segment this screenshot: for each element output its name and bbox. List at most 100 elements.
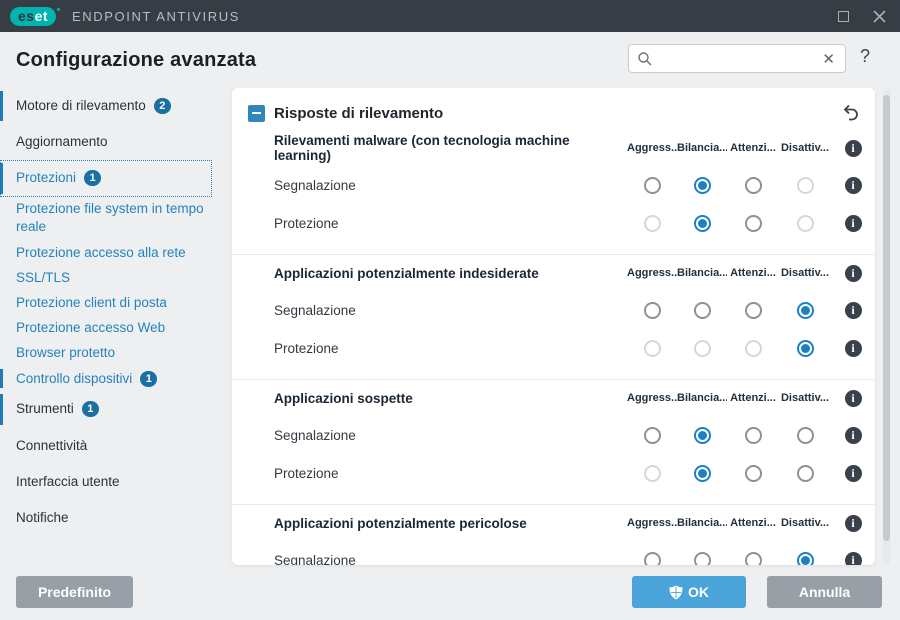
search-clear-icon[interactable]: ✕ — [820, 50, 837, 68]
radio-segnalazione-col1-normal[interactable] — [643, 426, 661, 444]
row-label: Segnalazione — [274, 427, 356, 443]
radio-segnalazione-col3-normal[interactable] — [744, 176, 762, 194]
sidebar-item-label: SSL/TLS — [16, 269, 71, 285]
sidebar-item-aggiornamento[interactable]: Aggiornamento — [0, 124, 212, 160]
sidebar-item-label: Aggiornamento — [16, 134, 108, 150]
radio-segnalazione-col2-selected[interactable] — [693, 426, 711, 444]
section-title: Applicazioni sospette — [274, 390, 413, 406]
help-button[interactable]: ? — [860, 46, 870, 67]
section-title: Applicazioni potenzialmente pericolose — [274, 515, 527, 531]
radio-dot — [697, 430, 707, 440]
radio-protezione-col1-disabled — [643, 214, 661, 232]
column-header-3: Attenzi... — [730, 267, 776, 279]
setting-row-segnalazione: Segnalazione i — [232, 291, 875, 329]
cancel-button[interactable]: Annulla — [767, 576, 882, 608]
radio-protezione-col2-disabled — [693, 339, 711, 357]
radio-segnalazione-col4-selected[interactable] — [796, 551, 814, 565]
search-box[interactable]: ✕ — [628, 44, 846, 73]
column-header-2: Bilancia... — [677, 142, 727, 154]
info-icon[interactable]: i — [844, 176, 862, 194]
column-header-3: Attenzi... — [730, 392, 776, 404]
info-icon[interactable]: i — [844, 426, 862, 444]
sidebar-item-strumenti[interactable]: Strumenti 1 — [0, 391, 212, 427]
revert-icon — [843, 104, 858, 121]
column-header-4: Disattiv... — [780, 392, 830, 404]
default-button[interactable]: Predefinito — [16, 576, 133, 608]
radio-segnalazione-col3-normal[interactable] — [744, 551, 762, 565]
sidebar-item-protezione-accesso-web[interactable]: Protezione accesso Web — [0, 316, 212, 341]
column-header-1: Aggress... — [627, 142, 677, 154]
radio-dot — [800, 343, 810, 353]
header: Configurazione avanzata ✕ ? — [0, 32, 900, 88]
search-input[interactable] — [653, 51, 821, 66]
sidebar-item-notifiche[interactable]: Notifiche — [0, 500, 212, 536]
ok-button[interactable]: OK — [632, 576, 746, 608]
sidebar-item-controllo-dispositivi[interactable]: Controllo dispositivi 1 — [0, 366, 212, 391]
info-icon[interactable]: i — [844, 264, 862, 282]
info-icon[interactable]: i — [844, 514, 862, 532]
radio-protezione-col4-normal[interactable] — [796, 464, 814, 482]
sidebar-item-protezioni[interactable]: Protezioni 1 — [0, 160, 212, 197]
sidebar-item-protezione-file-system-in-tempo-reale[interactable]: Protezione file system in tempo reale — [0, 197, 212, 240]
radio-protezione-col2-selected[interactable] — [693, 214, 711, 232]
radio-segnalazione-col3-normal[interactable] — [744, 426, 762, 444]
collapse-minus-icon — [252, 112, 261, 114]
radio-protezione-col4-selected[interactable] — [796, 339, 814, 357]
info-icon[interactable]: i — [844, 301, 862, 319]
radio-protezione-col2-selected[interactable] — [693, 464, 711, 482]
sidebar-item-label: Protezione client di posta — [16, 295, 167, 311]
column-header-3: Attenzi... — [730, 517, 776, 529]
radio-protezione-col4-disabled — [796, 214, 814, 232]
radio-segnalazione-col1-normal[interactable] — [643, 551, 661, 565]
radio-segnalazione-col1-normal[interactable] — [643, 176, 661, 194]
info-icon[interactable]: i — [844, 389, 862, 407]
column-header-2: Bilancia... — [677, 392, 727, 404]
column-header-1: Aggress... — [627, 392, 677, 404]
page-title: Configurazione avanzata — [16, 48, 257, 71]
maximize-icon — [837, 10, 849, 22]
radio-segnalazione-col4-selected[interactable] — [796, 301, 814, 319]
sidebar-item-connettivit-[interactable]: Connettività — [0, 428, 212, 464]
radio-segnalazione-col2-normal[interactable] — [693, 301, 711, 319]
section-1: Rilevamenti malware (con tecnologia mach… — [232, 130, 875, 254]
info-icon[interactable]: i — [844, 551, 862, 565]
radio-segnalazione-col2-selected[interactable] — [693, 176, 711, 194]
app-name: ENDPOINT ANTIVIRUS — [72, 8, 241, 24]
sidebar-item-protezione-accesso-alla-rete[interactable]: Protezione accesso alla rete — [0, 240, 212, 265]
sidebar-item-protezione-client-di-posta[interactable]: Protezione client di posta — [0, 291, 212, 316]
info-icon[interactable]: i — [844, 339, 862, 357]
sidebar-item-label: Protezione file system in tempo reale — [16, 201, 204, 235]
sidebar-item-interfaccia-utente[interactable]: Interfaccia utente — [0, 464, 212, 500]
radio-protezione-col3-normal[interactable] — [744, 214, 762, 232]
scrollbar-track[interactable] — [883, 88, 890, 565]
info-icon[interactable]: i — [844, 139, 862, 157]
active-marker-bar — [0, 163, 3, 194]
maximize-button[interactable] — [832, 5, 854, 27]
radio-segnalazione-col2-normal[interactable] — [693, 551, 711, 565]
active-marker-bar — [0, 369, 3, 389]
search-icon — [638, 51, 652, 65]
scrollbar-thumb[interactable] — [883, 95, 890, 541]
sidebar-nav: Motore di rilevamento 2 Aggiornamento Prote… — [0, 88, 226, 536]
revert-button[interactable] — [839, 102, 861, 124]
sidebar-item-ssl-tls[interactable]: SSL/TLS — [0, 265, 212, 290]
sidebar-item-browser-protetto[interactable]: Browser protetto — [0, 341, 212, 366]
close-button[interactable] — [868, 5, 890, 27]
collapse-button[interactable] — [248, 104, 265, 122]
radio-protezione-col1-disabled — [643, 464, 661, 482]
sidebar-item-label: Interfaccia utente — [16, 473, 120, 489]
radio-segnalazione-col3-normal[interactable] — [744, 301, 762, 319]
setting-row-protezione: Protezione i — [232, 329, 875, 367]
panel-title: Risposte di rilevamento — [274, 104, 444, 122]
column-header-4: Disattiv... — [780, 267, 830, 279]
info-icon[interactable]: i — [844, 214, 862, 232]
radio-segnalazione-col1-normal[interactable] — [643, 301, 661, 319]
sidebar-item-motore-di-rilevamento[interactable]: Motore di rilevamento 2 — [0, 88, 212, 124]
radio-protezione-col3-normal[interactable] — [744, 464, 762, 482]
panel-sections: Rilevamenti malware (con tecnologia mach… — [232, 130, 875, 565]
section-3: Applicazioni sospette Aggress... Bilancia.… — [232, 379, 875, 504]
radio-segnalazione-col4-normal[interactable] — [796, 426, 814, 444]
sidebar-item-label: Browser protetto — [16, 345, 116, 361]
count-badge: 1 — [140, 370, 158, 387]
info-icon[interactable]: i — [844, 464, 862, 482]
